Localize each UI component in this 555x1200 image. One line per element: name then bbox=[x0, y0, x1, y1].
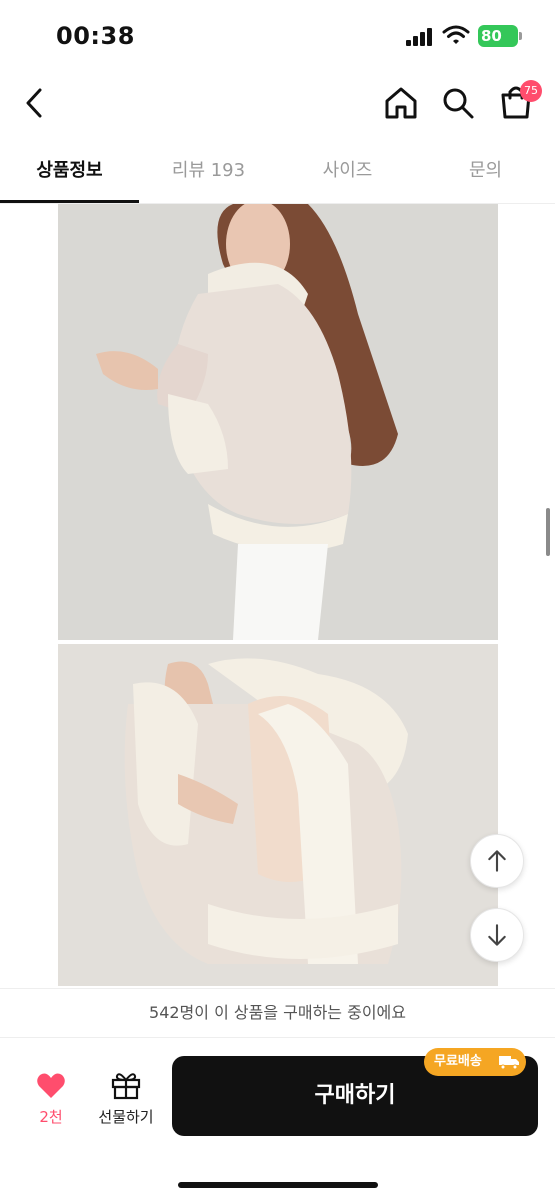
chevron-left-icon[interactable] bbox=[18, 84, 52, 122]
cart-count-badge: 75 bbox=[520, 80, 542, 102]
free-shipping-label: 무료배송 bbox=[434, 1054, 482, 1069]
tab-inquiry[interactable]: 문의 bbox=[416, 140, 555, 202]
top-header bbox=[0, 72, 555, 134]
signal-icon bbox=[406, 28, 436, 46]
like-count: 2천 bbox=[39, 1108, 63, 1126]
arrow-down-icon[interactable] bbox=[470, 908, 524, 962]
tab-reviews[interactable]: 리뷰 193 bbox=[139, 140, 278, 202]
battery-tip bbox=[519, 32, 522, 40]
wifi-icon bbox=[442, 25, 470, 44]
status-time: 00:38 bbox=[56, 22, 135, 50]
truck-icon bbox=[499, 1056, 519, 1070]
tab-product-info[interactable]: 상품정보 bbox=[0, 140, 139, 202]
heart-icon bbox=[37, 1073, 65, 1098]
gift-icon bbox=[111, 1073, 141, 1100]
gift-button[interactable]: 선물하기 bbox=[88, 1068, 164, 1138]
product-detail-images bbox=[58, 204, 498, 986]
arrow-up-icon[interactable] bbox=[470, 834, 524, 888]
tab-size[interactable]: 사이즈 bbox=[278, 140, 417, 202]
scrollbar-thumb[interactable] bbox=[546, 508, 550, 556]
product-tabs: 상품정보 리뷰 193 사이즈 문의 bbox=[0, 140, 555, 204]
home-icon[interactable] bbox=[382, 84, 420, 122]
product-photo-front-view bbox=[58, 644, 498, 986]
purchasing-notice: 542명이 이 상품을 구매하는 중이에요 bbox=[0, 988, 555, 1036]
status-bar: 00:38 80 bbox=[0, 0, 555, 72]
gift-label: 선물하기 bbox=[98, 1108, 154, 1126]
product-photo-side-view bbox=[58, 204, 498, 640]
home-indicator bbox=[178, 1182, 378, 1188]
active-tab-underline bbox=[0, 200, 139, 203]
like-button[interactable]: 2천 bbox=[18, 1068, 84, 1138]
battery-indicator: 80 bbox=[478, 25, 518, 47]
bottom-action-bar: 2천 선물하기 구매하기 무료배송 bbox=[0, 1037, 555, 1200]
free-shipping-badge: 무료배송 bbox=[424, 1048, 526, 1076]
search-icon[interactable] bbox=[440, 84, 476, 122]
